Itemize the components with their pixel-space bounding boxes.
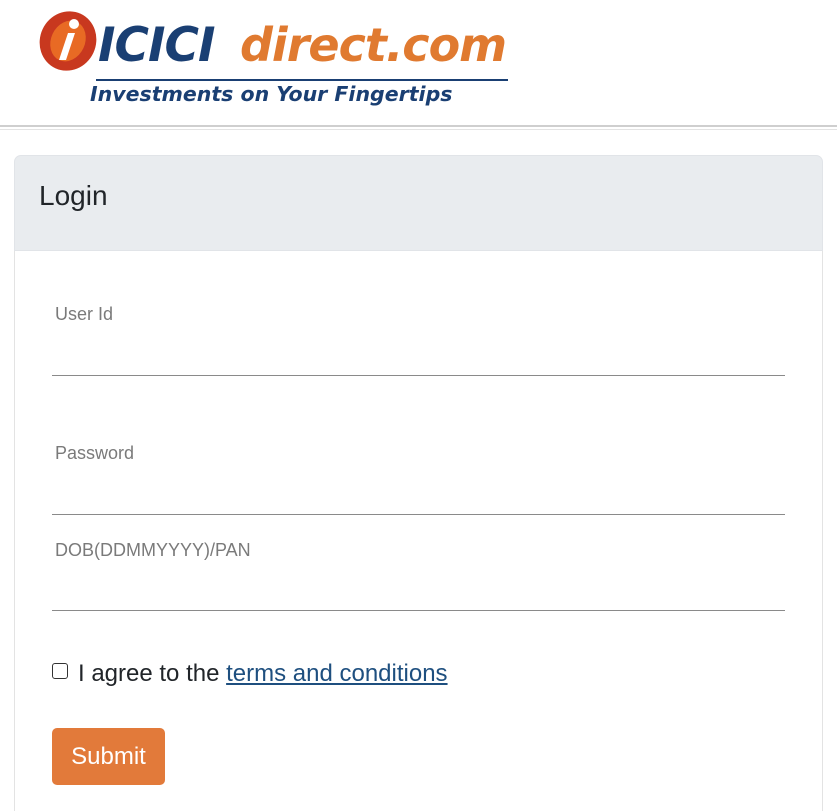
terms-prefix-text: I agree to the [78, 660, 220, 687]
dob-pan-label: DOB(DDMMYYYY)/PAN [55, 540, 251, 560]
icici-i-logo-icon [39, 11, 97, 71]
submit-button[interactable]: Submit [52, 728, 165, 785]
login-title: Login [39, 180, 108, 211]
logo-divider [96, 79, 508, 81]
header-divider [0, 125, 837, 127]
site-header: ICICI direct.com Investments on Your Fin… [0, 0, 837, 130]
logo-tagline: Investments on Your Fingertips [90, 82, 453, 106]
header-divider-light [0, 129, 837, 130]
terms-and-conditions-link[interactable]: terms and conditions [226, 660, 447, 687]
login-card-body [14, 251, 823, 811]
terms-agreement-text: I agree to the terms and conditions [78, 660, 448, 688]
password-input[interactable] [52, 485, 785, 515]
icici-direct-logo[interactable]: ICICI direct.com Investments on Your Fin… [38, 6, 518, 116]
dob-pan-input[interactable] [52, 581, 785, 611]
user-id-label: User Id [55, 304, 114, 324]
terms-checkbox[interactable] [52, 663, 68, 679]
user-id-input[interactable] [52, 346, 785, 376]
logo-brand-direct: direct.com [240, 18, 507, 72]
logo-brand-icici: ICICI [98, 18, 215, 73]
password-label: Password [55, 443, 135, 463]
login-card-header: Login [14, 155, 823, 251]
